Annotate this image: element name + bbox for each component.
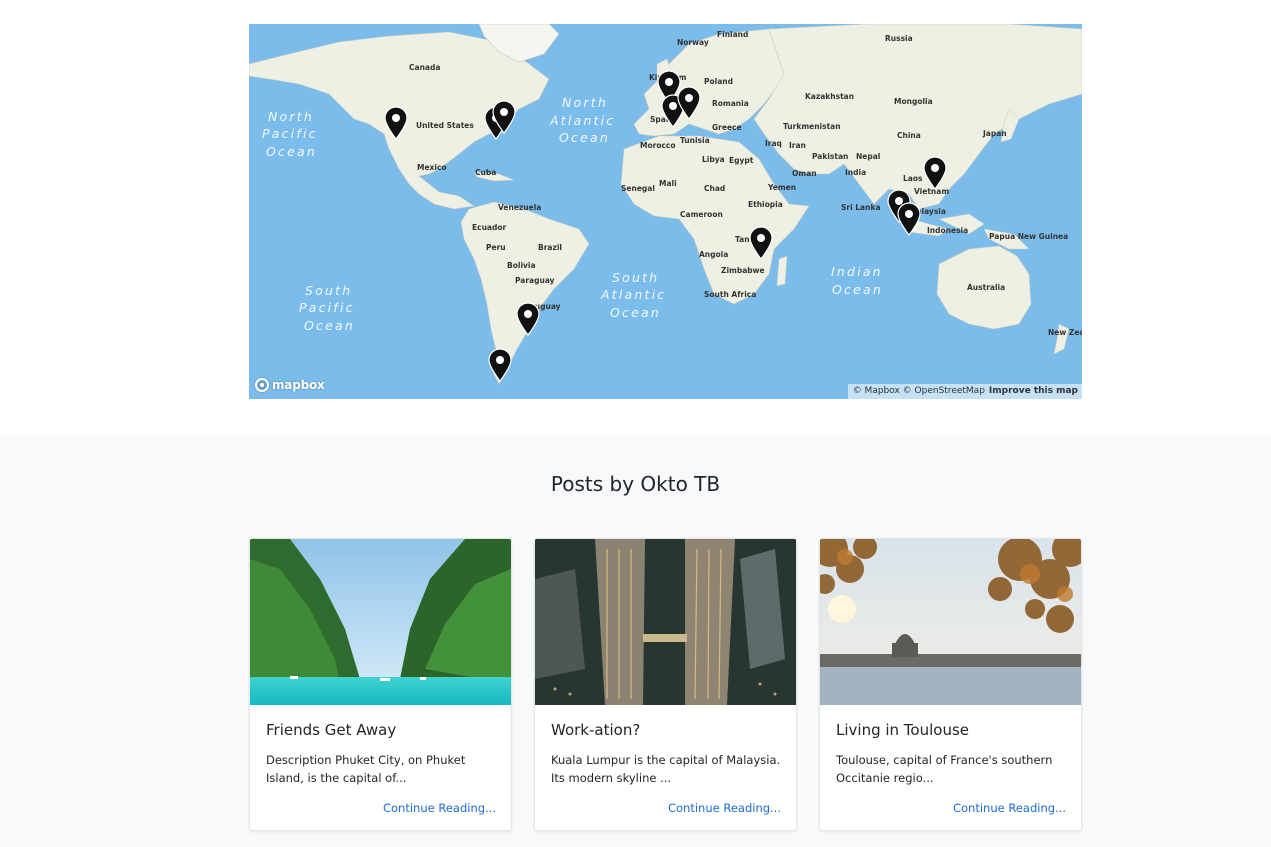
map-pin-icon[interactable] <box>748 226 774 260</box>
label-south-pacific: South <box>305 283 352 298</box>
label-venezuela: Venezuela <box>498 203 541 212</box>
post-excerpt: Kuala Lumpur is the capital of Malaysia.… <box>551 753 781 785</box>
post-title[interactable]: Friends Get Away <box>266 721 396 739</box>
label-north-pacific: North <box>268 109 314 124</box>
post-title[interactable]: Work-ation? <box>551 721 640 739</box>
world-map[interactable]: Canada United States Mexico Cuba Venezue… <box>249 24 1082 399</box>
label-chad: Chad <box>704 184 725 193</box>
label-indian-ocean-2: Ocean <box>832 282 883 297</box>
post-image-phuket[interactable] <box>250 539 511 705</box>
label-north-pacific-2: Pacific <box>262 126 318 141</box>
label-south-atlantic-3: Ocean <box>610 305 661 320</box>
label-india: India <box>845 168 866 177</box>
label-indian-ocean: Indian <box>831 264 883 279</box>
label-morocco: Morocco <box>640 141 676 150</box>
mapbox-logo[interactable]: mapbox <box>255 378 325 392</box>
label-pakistan: Pakistan <box>812 152 848 161</box>
label-mexico: Mexico <box>417 163 447 172</box>
label-iraq: Iraq <box>765 139 782 148</box>
label-south-pacific-2: Pacific <box>299 300 355 315</box>
label-nepal: Nepal <box>856 152 880 161</box>
label-laos: Laos <box>903 174 923 183</box>
label-united-states: United States <box>416 121 474 130</box>
post-card[interactable]: Living in Toulouse Toulouse, capital of … <box>819 538 1082 831</box>
map-pin-icon[interactable] <box>515 302 541 336</box>
label-poland: Poland <box>704 77 733 86</box>
map-pin-icon[interactable] <box>922 156 948 190</box>
post-card[interactable]: Work-ation? Kuala Lumpur is the capital … <box>534 538 797 831</box>
label-turkmenistan: Turkmenistan <box>783 122 841 131</box>
continue-reading-link[interactable]: Continue Reading... <box>953 801 1066 815</box>
label-finland: Finland <box>717 30 748 39</box>
label-tunisia: Tunisia <box>680 136 710 145</box>
label-indonesia: Indonesia <box>927 226 968 235</box>
label-senegal: Senegal <box>621 184 655 193</box>
posts-section: Posts by Okto TB Friends Get Away Descri… <box>0 435 1271 847</box>
post-image-kuala-lumpur[interactable] <box>535 539 796 705</box>
label-bolivia: Bolivia <box>507 261 536 270</box>
mapbox-icon <box>255 378 269 392</box>
label-cameroon: Cameroon <box>680 210 723 219</box>
map-pin-icon[interactable] <box>676 86 702 120</box>
label-south-pacific-3: Ocean <box>304 318 355 333</box>
map-attribution: © Mapbox © OpenStreetMap Improve this ma… <box>847 384 1082 399</box>
label-south-atlantic: South <box>612 270 659 285</box>
label-romania: Romania <box>712 99 749 108</box>
label-russia: Russia <box>885 34 913 43</box>
label-papua: Papua New Guinea <box>989 232 1068 241</box>
continue-reading-link[interactable]: Continue Reading... <box>668 801 781 815</box>
label-iran: Iran <box>789 141 806 150</box>
map-pin-icon[interactable] <box>491 100 517 134</box>
label-north-atlantic-2: Atlantic <box>549 113 615 128</box>
map-pin-icon[interactable] <box>487 348 513 382</box>
map-pin-icon[interactable] <box>896 202 922 236</box>
label-peru: Peru <box>486 243 506 252</box>
continue-reading-link[interactable]: Continue Reading... <box>383 801 496 815</box>
attribution-text[interactable]: © Mapbox © OpenStreetMap <box>853 386 985 396</box>
post-card[interactable]: Friends Get Away Description Phuket City… <box>249 538 512 831</box>
post-excerpt: Description Phuket City, on Phuket Islan… <box>266 753 466 785</box>
post-title[interactable]: Living in Toulouse <box>836 721 969 739</box>
post-excerpt: Toulouse, capital of France's southern O… <box>836 753 1053 785</box>
label-canada: Canada <box>409 63 440 72</box>
label-kazakhstan: Kazakhstan <box>805 92 854 101</box>
map-section: Canada United States Mexico Cuba Venezue… <box>0 0 1271 435</box>
label-cuba: Cuba <box>475 168 496 177</box>
label-angola: Angola <box>699 250 728 259</box>
map-pin-icon[interactable] <box>383 106 409 140</box>
label-greece: Greece <box>712 123 742 132</box>
label-north-pacific-3: Ocean <box>266 144 317 159</box>
label-oman: Oman <box>792 169 817 178</box>
label-north-atlantic: North <box>562 95 608 110</box>
post-image-toulouse[interactable] <box>820 539 1081 705</box>
label-zimbabwe: Zimbabwe <box>721 266 765 275</box>
label-mongolia: Mongolia <box>894 97 933 106</box>
mapbox-logo-text: mapbox <box>272 378 325 392</box>
label-north-atlantic-3: Ocean <box>559 130 610 145</box>
label-china: China <box>897 131 921 140</box>
label-yemen: Yemen <box>767 183 796 192</box>
label-new-zealand: New Zeal <box>1048 328 1082 337</box>
label-paraguay: Paraguay <box>515 276 555 285</box>
improve-map-link[interactable]: Improve this map <box>989 386 1078 396</box>
label-mali: Mali <box>659 179 677 188</box>
label-japan: Japan <box>982 129 1007 138</box>
posts-title: Posts by Okto TB <box>550 472 721 496</box>
label-egypt: Egypt <box>729 156 754 165</box>
label-sri-lanka: Sri Lanka <box>841 203 881 212</box>
label-libya: Libya <box>702 155 725 164</box>
label-south-africa: South Africa <box>704 290 756 299</box>
label-south-atlantic-2: Atlantic <box>600 287 666 302</box>
label-norway: Norway <box>677 38 709 47</box>
label-ethiopia: Ethiopia <box>748 200 783 209</box>
label-brazil: Brazil <box>538 243 562 252</box>
label-ecuador: Ecuador <box>472 223 506 232</box>
label-australia: Australia <box>967 283 1005 292</box>
